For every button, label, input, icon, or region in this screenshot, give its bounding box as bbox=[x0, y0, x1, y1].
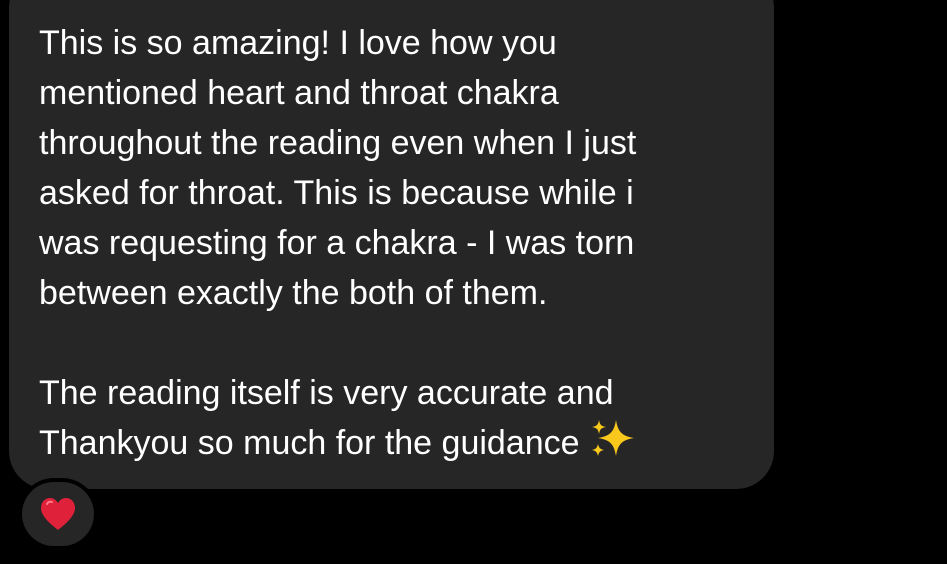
sparkles-icon bbox=[591, 420, 634, 456]
message-line: mentioned heart and throat chakra bbox=[39, 74, 559, 112]
message-line: This is so amazing! I love how you bbox=[39, 24, 557, 62]
message-paragraph-2: The reading itself is very accurate and … bbox=[39, 368, 636, 468]
message-line: was requesting for a chakra - I was torn bbox=[39, 224, 635, 262]
message-paragraph-1: This is so amazing! I love how you menti… bbox=[39, 18, 636, 318]
message-line: Thankyou so much for the guidance bbox=[39, 424, 580, 462]
heart-reaction[interactable] bbox=[22, 482, 94, 546]
heart-icon bbox=[41, 498, 75, 530]
chat-screen: This is so amazing! I love how you menti… bbox=[0, 0, 947, 564]
message-line: The reading itself is very accurate and bbox=[39, 374, 614, 412]
message-line: throughout the reading even when I just bbox=[39, 124, 637, 162]
message-line-with-emoji: Thankyou so much for the guidance bbox=[39, 418, 636, 468]
message-bubble[interactable]: This is so amazing! I love how you menti… bbox=[9, 0, 774, 489]
message-line: asked for throat. This is because while … bbox=[39, 174, 634, 212]
message-line: between exactly the both of them. bbox=[39, 274, 548, 312]
